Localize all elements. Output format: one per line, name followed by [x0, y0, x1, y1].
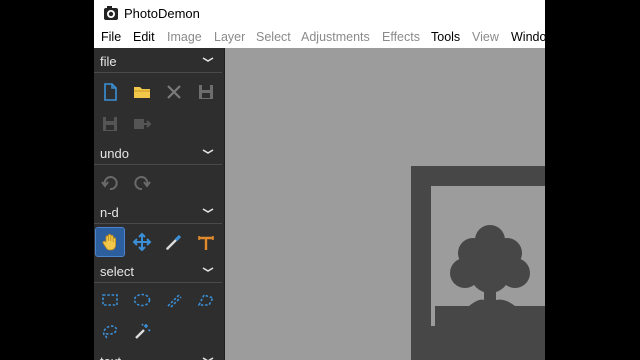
menu-effects[interactable]: Effects [382, 30, 420, 44]
section-label-undo: undo [100, 146, 129, 161]
app-logo-icon [104, 6, 118, 20]
magic-wand-icon [135, 323, 151, 339]
toolbox-panel: file undo n-d select [94, 48, 225, 360]
section-header-select[interactable]: select [94, 260, 222, 283]
open-file-button[interactable] [128, 78, 156, 106]
save-as-button[interactable] [96, 110, 124, 138]
close-image-button[interactable] [160, 78, 188, 106]
tree-icon [435, 225, 545, 328]
section-header-file[interactable]: file [94, 50, 222, 73]
undo-button[interactable] [96, 169, 124, 197]
open-folder-icon [134, 87, 150, 98]
measure-tool-button[interactable] [192, 228, 220, 256]
window-title: PhotoDemon [124, 6, 200, 21]
line-select-icon [167, 293, 182, 308]
menu-adjustments[interactable]: Adjustments [301, 30, 370, 44]
close-icon [167, 85, 181, 99]
section-label-select: select [100, 264, 134, 279]
menu-file[interactable]: File [101, 30, 121, 44]
section-header-text[interactable]: text [94, 350, 222, 360]
save-button[interactable] [192, 78, 220, 106]
menu-window[interactable]: Windo [511, 30, 545, 44]
menu-layer[interactable]: Layer [214, 30, 245, 44]
new-file-icon [104, 83, 117, 101]
menu-tools[interactable]: Tools [431, 30, 460, 44]
move-tool-button[interactable] [128, 228, 156, 256]
move-icon [132, 232, 152, 252]
line-select-button[interactable] [160, 286, 188, 314]
menu-view[interactable]: View [472, 30, 499, 44]
polygon-select-icon [197, 294, 215, 306]
magic-wand-button[interactable] [128, 317, 156, 345]
chevron-down-icon [202, 267, 214, 272]
ellipse-select-icon [133, 293, 151, 307]
hand-icon [102, 233, 116, 251]
lasso-select-icon [102, 325, 118, 339]
section-label-text: text [100, 354, 121, 360]
canvas-area[interactable] [225, 48, 545, 360]
save-as-icon [103, 117, 117, 131]
hand-tool-button[interactable] [95, 227, 125, 257]
chevron-down-icon [202, 208, 214, 213]
section-label-file: file [100, 54, 117, 69]
menu-edit[interactable]: Edit [133, 30, 155, 44]
color-picker-icon [166, 234, 182, 250]
polygon-select-button[interactable] [192, 286, 220, 314]
save-icon [199, 85, 213, 99]
photodemon-window: PhotoDemon File Edit Image Layer Select … [94, 0, 545, 360]
chevron-down-icon [202, 57, 214, 62]
section-header-nd[interactable]: n-d [94, 201, 222, 224]
menu-select[interactable]: Select [256, 30, 291, 44]
menu-bar: File Edit Image Layer Select Adjustments… [94, 28, 545, 48]
redo-button[interactable] [128, 169, 156, 197]
section-header-undo[interactable]: undo [94, 142, 222, 165]
title-bar: PhotoDemon [94, 0, 545, 28]
export-button[interactable] [128, 110, 156, 138]
export-icon [134, 119, 152, 129]
new-file-button[interactable] [96, 78, 124, 106]
chevron-down-icon [202, 149, 214, 154]
rect-select-button[interactable] [96, 286, 124, 314]
lasso-select-button[interactable] [96, 317, 124, 345]
rect-select-icon [102, 294, 118, 306]
menu-image[interactable]: Image [167, 30, 202, 44]
undo-icon [101, 176, 118, 191]
color-picker-button[interactable] [160, 228, 188, 256]
redo-icon [134, 176, 151, 191]
chevron-down-icon [202, 357, 214, 360]
ellipse-select-button[interactable] [128, 286, 156, 314]
measure-icon [198, 236, 214, 250]
section-label-nd: n-d [100, 205, 119, 220]
